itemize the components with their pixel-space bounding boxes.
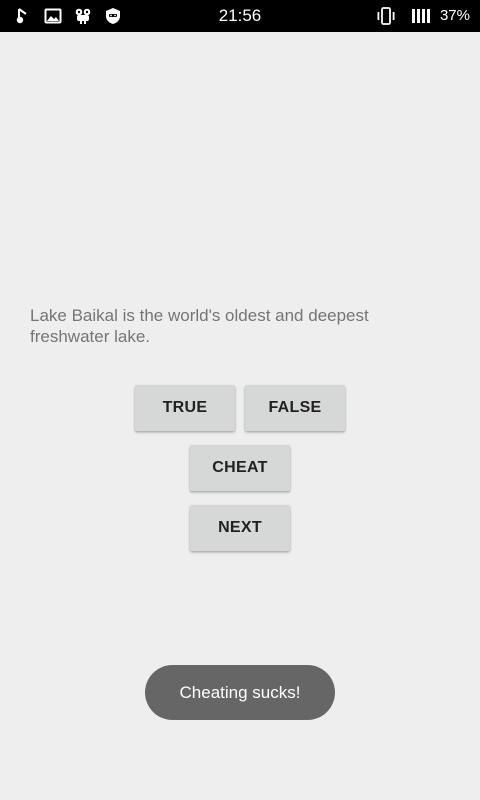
vibrate-icon xyxy=(377,7,395,25)
status-bar: 21:56 37% xyxy=(0,0,480,32)
clock: 21:56 xyxy=(218,6,262,25)
cheat-button[interactable]: CHEAT xyxy=(190,445,290,491)
battery-percentage: 37% xyxy=(439,7,470,24)
signal-icon xyxy=(412,9,430,23)
false-button[interactable]: FALSE xyxy=(245,385,345,431)
toast-message: Cheating sucks! xyxy=(145,665,335,720)
next-button[interactable]: NEXT xyxy=(190,505,290,551)
question-text: Lake Baikal is the world's oldest and de… xyxy=(30,306,369,346)
true-button[interactable]: TRUE xyxy=(135,385,235,431)
